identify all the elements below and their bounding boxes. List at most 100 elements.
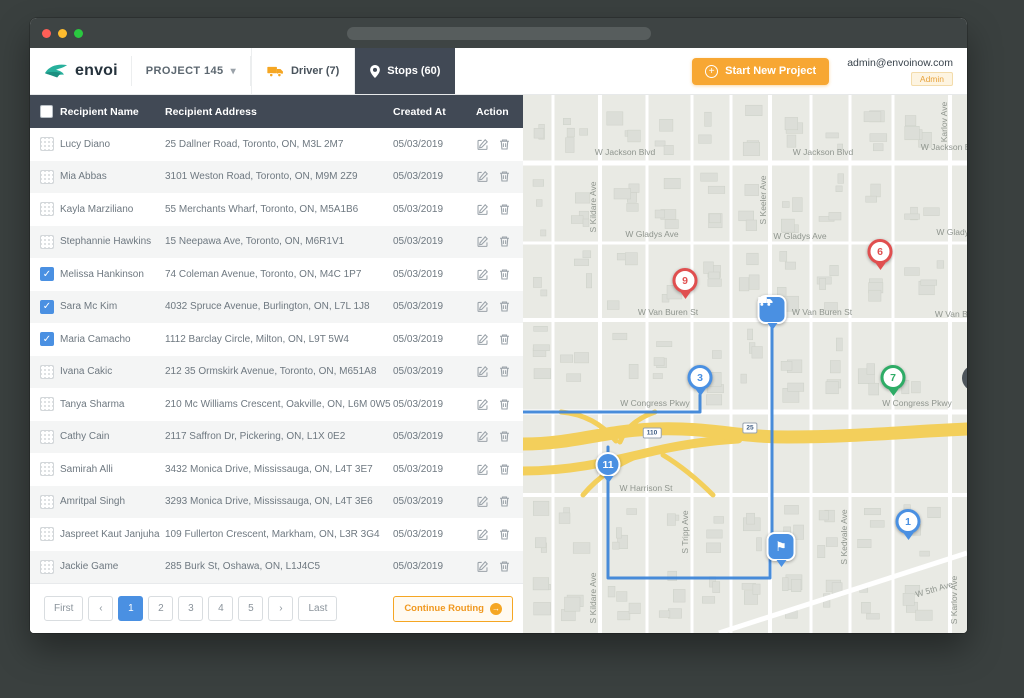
table-row[interactable]: Amritpal Singh 3293 Monica Drive, Missis… bbox=[30, 486, 523, 519]
table-row[interactable]: ✓ Sara Mc Kim 4032 Spruce Avenue, Burlin… bbox=[30, 291, 523, 324]
delete-row-button[interactable] bbox=[498, 365, 511, 378]
edit-row-button[interactable] bbox=[476, 495, 489, 508]
delete-row-button[interactable] bbox=[498, 463, 511, 476]
row-checkbox[interactable] bbox=[40, 462, 54, 476]
page-button-5[interactable]: 5 bbox=[238, 596, 263, 621]
map[interactable]: W Jackson BlvdW Jackson BlvdW Jackson Bl… bbox=[523, 95, 967, 633]
delete-row-button[interactable] bbox=[498, 235, 511, 248]
edit-row-button[interactable] bbox=[476, 430, 489, 443]
page-button-1[interactable]: 1 bbox=[118, 596, 143, 621]
close-window-button[interactable] bbox=[42, 29, 51, 38]
map-marker-3[interactable]: 3 bbox=[688, 365, 713, 396]
row-checkbox[interactable] bbox=[40, 137, 54, 151]
street-label: S Kildare Ave bbox=[588, 572, 598, 623]
edit-row-button[interactable] bbox=[476, 203, 489, 216]
delete-row-button[interactable] bbox=[498, 495, 511, 508]
delete-row-button[interactable] bbox=[498, 528, 511, 541]
admin-badge: Admin bbox=[911, 72, 953, 86]
table-row[interactable]: Stephannie Hawkins 15 Neepawa Ave, Toron… bbox=[30, 226, 523, 259]
map-marker-6[interactable]: 6 bbox=[868, 239, 893, 270]
recipient-name: Lucy Diano bbox=[60, 139, 165, 150]
account-info[interactable]: admin@envoinow.com Admin bbox=[829, 48, 967, 94]
row-checkbox[interactable] bbox=[40, 202, 54, 216]
row-checkbox[interactable] bbox=[40, 495, 54, 509]
edit-row-button[interactable] bbox=[476, 463, 489, 476]
delete-row-button[interactable] bbox=[498, 398, 511, 411]
map-control[interactable] bbox=[962, 365, 967, 391]
delete-row-button[interactable] bbox=[498, 430, 511, 443]
tab-driver-label: Driver (7) bbox=[291, 65, 339, 77]
edit-row-button[interactable] bbox=[476, 138, 489, 151]
table-row[interactable]: Kayla Marziliano 55 Merchants Wharf, Tor… bbox=[30, 193, 523, 226]
tab-driver[interactable]: Driver (7) bbox=[251, 48, 354, 94]
edit-row-button[interactable] bbox=[476, 170, 489, 183]
map-marker-7[interactable]: 7 bbox=[881, 365, 906, 396]
edit-row-button[interactable] bbox=[476, 528, 489, 541]
truck-marker[interactable] bbox=[758, 295, 787, 330]
table-row[interactable]: ✓ Maria Camacho 1112 Barclay Circle, Mil… bbox=[30, 323, 523, 356]
arrow-right-icon: → bbox=[490, 603, 502, 615]
page-button-4[interactable]: 4 bbox=[208, 596, 233, 621]
continue-routing-button[interactable]: Continue Routing → bbox=[393, 596, 513, 622]
street-label: W Gladys Ave bbox=[625, 229, 678, 239]
table-row[interactable]: Lucy Diano 25 Dallner Road, Toronto, ON,… bbox=[30, 128, 523, 161]
created-at: 05/03/2019 bbox=[393, 334, 470, 345]
map-marker-11[interactable]: 11 bbox=[596, 452, 621, 483]
delete-row-button[interactable] bbox=[498, 300, 511, 313]
edit-row-button[interactable] bbox=[476, 300, 489, 313]
map-marker-9[interactable]: 9 bbox=[673, 268, 698, 299]
delete-row-button[interactable] bbox=[498, 268, 511, 281]
app-logo[interactable]: envoi bbox=[30, 48, 131, 94]
address-bar[interactable] bbox=[347, 27, 651, 40]
zoom-window-button[interactable] bbox=[74, 29, 83, 38]
destination-flag-marker[interactable]: ⚑ bbox=[767, 532, 796, 567]
table-row[interactable]: Mia Abbas 3101 Weston Road, Toronto, ON,… bbox=[30, 161, 523, 194]
next-page-button[interactable]: › bbox=[268, 596, 293, 621]
edit-row-button[interactable] bbox=[476, 268, 489, 281]
table-row[interactable]: Jackie Game 285 Burk St, Oshawa, ON, L1J… bbox=[30, 551, 523, 584]
table-row[interactable]: ✓ Melissa Hankinson 74 Coleman Avenue, T… bbox=[30, 258, 523, 291]
delete-row-button[interactable] bbox=[498, 560, 511, 573]
created-at: 05/03/2019 bbox=[393, 529, 470, 540]
row-checkbox[interactable] bbox=[40, 560, 54, 574]
page-button-3[interactable]: 3 bbox=[178, 596, 203, 621]
delete-row-button[interactable] bbox=[498, 333, 511, 346]
map-marker-1[interactable]: 1 bbox=[896, 509, 921, 540]
edit-row-button[interactable] bbox=[476, 398, 489, 411]
table-row[interactable]: Cathy Cain 2117 Saffron Dr, Pickering, O… bbox=[30, 421, 523, 454]
edit-row-button[interactable] bbox=[476, 235, 489, 248]
created-at: 05/03/2019 bbox=[393, 236, 470, 247]
delete-row-button[interactable] bbox=[498, 170, 511, 183]
project-selector[interactable]: PROJECT 145 ▾ bbox=[132, 48, 250, 94]
recipient-name: Amritpal Singh bbox=[60, 496, 165, 507]
row-checkbox[interactable]: ✓ bbox=[40, 300, 54, 314]
tab-stops[interactable]: Stops (60) bbox=[354, 48, 455, 94]
row-checkbox[interactable] bbox=[40, 365, 54, 379]
delete-row-button[interactable] bbox=[498, 138, 511, 151]
page-button-2[interactable]: 2 bbox=[148, 596, 173, 621]
select-all-checkbox[interactable] bbox=[40, 105, 53, 118]
table-row[interactable]: Tanya Sharma 210 Mc Williams Crescent, O… bbox=[30, 388, 523, 421]
table-row[interactable]: Jaspreet Kaut Janjuha 109 Fullerton Cres… bbox=[30, 518, 523, 551]
edit-row-button[interactable] bbox=[476, 333, 489, 346]
row-checkbox[interactable]: ✓ bbox=[40, 332, 54, 346]
row-checkbox[interactable] bbox=[40, 527, 54, 541]
minimize-window-button[interactable] bbox=[58, 29, 67, 38]
delete-row-button[interactable] bbox=[498, 203, 511, 216]
row-checkbox[interactable] bbox=[40, 235, 54, 249]
start-new-project-button[interactable]: + Start New Project bbox=[692, 58, 829, 85]
row-checkbox[interactable] bbox=[40, 397, 54, 411]
row-checkbox[interactable]: ✓ bbox=[40, 267, 54, 281]
table-row[interactable]: Ivana Cakic 212 35 Ormskirk Avenue, Toro… bbox=[30, 356, 523, 389]
table-header: Recipient Name Recipient Address Created… bbox=[30, 95, 523, 128]
last-page-button[interactable]: Last bbox=[298, 596, 337, 621]
prev-page-button[interactable]: ‹ bbox=[88, 596, 113, 621]
first-page-button[interactable]: First bbox=[44, 596, 83, 621]
row-checkbox[interactable] bbox=[40, 170, 54, 184]
table-row[interactable]: Samirah Alli 3432 Monica Drive, Mississa… bbox=[30, 453, 523, 486]
row-checkbox[interactable] bbox=[40, 430, 54, 444]
edit-row-button[interactable] bbox=[476, 560, 489, 573]
edit-row-button[interactable] bbox=[476, 365, 489, 378]
main-content: Recipient Name Recipient Address Created… bbox=[30, 95, 967, 633]
recipient-address: 2117 Saffron Dr, Pickering, ON, L1X 0E2 bbox=[165, 431, 393, 442]
